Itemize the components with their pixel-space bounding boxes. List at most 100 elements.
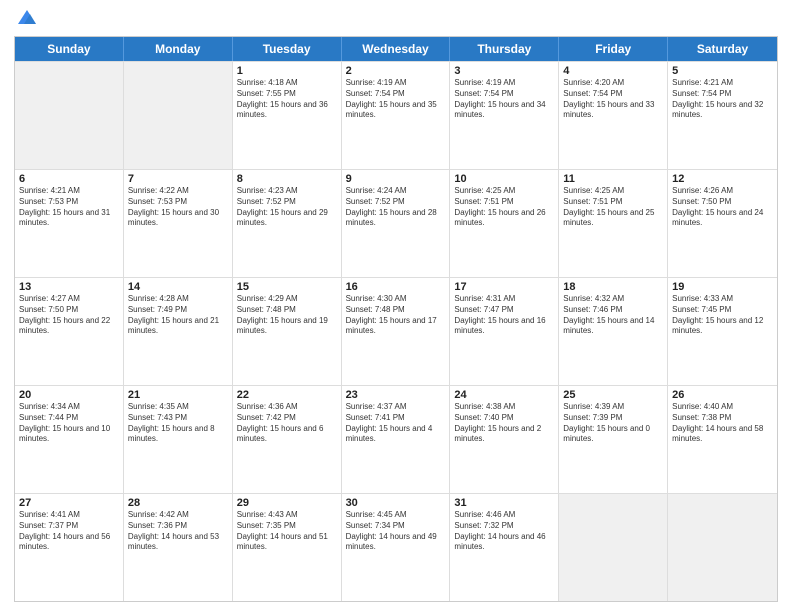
day-number: 12 <box>672 173 773 185</box>
day-number: 8 <box>237 173 337 185</box>
cell-info: Sunrise: 4:19 AMSunset: 7:54 PMDaylight:… <box>454 78 554 121</box>
calendar-cell: 15Sunrise: 4:29 AMSunset: 7:48 PMDayligh… <box>233 278 342 385</box>
calendar-cell <box>124 62 233 169</box>
calendar-cell: 18Sunrise: 4:32 AMSunset: 7:46 PMDayligh… <box>559 278 668 385</box>
day-number: 21 <box>128 389 228 401</box>
calendar-cell: 1Sunrise: 4:18 AMSunset: 7:55 PMDaylight… <box>233 62 342 169</box>
day-number: 31 <box>454 497 554 509</box>
cell-info: Sunrise: 4:36 AMSunset: 7:42 PMDaylight:… <box>237 402 337 445</box>
calendar-cell: 26Sunrise: 4:40 AMSunset: 7:38 PMDayligh… <box>668 386 777 493</box>
day-number: 1 <box>237 65 337 77</box>
day-number: 5 <box>672 65 773 77</box>
calendar-week-4: 20Sunrise: 4:34 AMSunset: 7:44 PMDayligh… <box>15 385 777 493</box>
cell-info: Sunrise: 4:45 AMSunset: 7:34 PMDaylight:… <box>346 510 446 553</box>
day-number: 28 <box>128 497 228 509</box>
header-day-tuesday: Tuesday <box>233 37 342 61</box>
cell-info: Sunrise: 4:26 AMSunset: 7:50 PMDaylight:… <box>672 186 773 229</box>
calendar-week-5: 27Sunrise: 4:41 AMSunset: 7:37 PMDayligh… <box>15 493 777 601</box>
cell-info: Sunrise: 4:30 AMSunset: 7:48 PMDaylight:… <box>346 294 446 337</box>
header-day-thursday: Thursday <box>450 37 559 61</box>
cell-info: Sunrise: 4:22 AMSunset: 7:53 PMDaylight:… <box>128 186 228 229</box>
header-day-wednesday: Wednesday <box>342 37 451 61</box>
calendar-cell: 25Sunrise: 4:39 AMSunset: 7:39 PMDayligh… <box>559 386 668 493</box>
calendar-cell <box>668 494 777 601</box>
day-number: 23 <box>346 389 446 401</box>
calendar-cell: 24Sunrise: 4:38 AMSunset: 7:40 PMDayligh… <box>450 386 559 493</box>
day-number: 6 <box>19 173 119 185</box>
calendar-cell: 7Sunrise: 4:22 AMSunset: 7:53 PMDaylight… <box>124 170 233 277</box>
cell-info: Sunrise: 4:28 AMSunset: 7:49 PMDaylight:… <box>128 294 228 337</box>
calendar-cell: 17Sunrise: 4:31 AMSunset: 7:47 PMDayligh… <box>450 278 559 385</box>
header-day-friday: Friday <box>559 37 668 61</box>
day-number: 27 <box>19 497 119 509</box>
cell-info: Sunrise: 4:21 AMSunset: 7:53 PMDaylight:… <box>19 186 119 229</box>
calendar-cell: 27Sunrise: 4:41 AMSunset: 7:37 PMDayligh… <box>15 494 124 601</box>
day-number: 14 <box>128 281 228 293</box>
cell-info: Sunrise: 4:18 AMSunset: 7:55 PMDaylight:… <box>237 78 337 121</box>
cell-info: Sunrise: 4:46 AMSunset: 7:32 PMDaylight:… <box>454 510 554 553</box>
calendar: SundayMondayTuesdayWednesdayThursdayFrid… <box>14 36 778 602</box>
calendar-cell: 28Sunrise: 4:42 AMSunset: 7:36 PMDayligh… <box>124 494 233 601</box>
cell-info: Sunrise: 4:39 AMSunset: 7:39 PMDaylight:… <box>563 402 663 445</box>
calendar-cell: 30Sunrise: 4:45 AMSunset: 7:34 PMDayligh… <box>342 494 451 601</box>
calendar-header: SundayMondayTuesdayWednesdayThursdayFrid… <box>15 37 777 61</box>
calendar-cell: 5Sunrise: 4:21 AMSunset: 7:54 PMDaylight… <box>668 62 777 169</box>
day-number: 16 <box>346 281 446 293</box>
cell-info: Sunrise: 4:42 AMSunset: 7:36 PMDaylight:… <box>128 510 228 553</box>
day-number: 19 <box>672 281 773 293</box>
cell-info: Sunrise: 4:25 AMSunset: 7:51 PMDaylight:… <box>454 186 554 229</box>
calendar-cell: 31Sunrise: 4:46 AMSunset: 7:32 PMDayligh… <box>450 494 559 601</box>
day-number: 2 <box>346 65 446 77</box>
calendar-week-2: 6Sunrise: 4:21 AMSunset: 7:53 PMDaylight… <box>15 169 777 277</box>
calendar-cell: 23Sunrise: 4:37 AMSunset: 7:41 PMDayligh… <box>342 386 451 493</box>
calendar-body: 1Sunrise: 4:18 AMSunset: 7:55 PMDaylight… <box>15 61 777 601</box>
cell-info: Sunrise: 4:21 AMSunset: 7:54 PMDaylight:… <box>672 78 773 121</box>
day-number: 11 <box>563 173 663 185</box>
cell-info: Sunrise: 4:27 AMSunset: 7:50 PMDaylight:… <box>19 294 119 337</box>
calendar-cell: 4Sunrise: 4:20 AMSunset: 7:54 PMDaylight… <box>559 62 668 169</box>
day-number: 24 <box>454 389 554 401</box>
calendar-cell: 14Sunrise: 4:28 AMSunset: 7:49 PMDayligh… <box>124 278 233 385</box>
calendar-cell: 19Sunrise: 4:33 AMSunset: 7:45 PMDayligh… <box>668 278 777 385</box>
page: SundayMondayTuesdayWednesdayThursdayFrid… <box>0 0 792 612</box>
header-day-saturday: Saturday <box>668 37 777 61</box>
calendar-cell: 20Sunrise: 4:34 AMSunset: 7:44 PMDayligh… <box>15 386 124 493</box>
calendar-week-3: 13Sunrise: 4:27 AMSunset: 7:50 PMDayligh… <box>15 277 777 385</box>
day-number: 18 <box>563 281 663 293</box>
cell-info: Sunrise: 4:19 AMSunset: 7:54 PMDaylight:… <box>346 78 446 121</box>
cell-info: Sunrise: 4:32 AMSunset: 7:46 PMDaylight:… <box>563 294 663 337</box>
calendar-cell <box>559 494 668 601</box>
day-number: 22 <box>237 389 337 401</box>
day-number: 26 <box>672 389 773 401</box>
cell-info: Sunrise: 4:24 AMSunset: 7:52 PMDaylight:… <box>346 186 446 229</box>
day-number: 25 <box>563 389 663 401</box>
day-number: 7 <box>128 173 228 185</box>
logo-icon <box>16 6 38 28</box>
cell-info: Sunrise: 4:33 AMSunset: 7:45 PMDaylight:… <box>672 294 773 337</box>
calendar-cell: 16Sunrise: 4:30 AMSunset: 7:48 PMDayligh… <box>342 278 451 385</box>
day-number: 30 <box>346 497 446 509</box>
calendar-cell: 12Sunrise: 4:26 AMSunset: 7:50 PMDayligh… <box>668 170 777 277</box>
header <box>14 10 778 28</box>
calendar-cell: 6Sunrise: 4:21 AMSunset: 7:53 PMDaylight… <box>15 170 124 277</box>
cell-info: Sunrise: 4:23 AMSunset: 7:52 PMDaylight:… <box>237 186 337 229</box>
logo <box>14 10 38 28</box>
calendar-cell: 3Sunrise: 4:19 AMSunset: 7:54 PMDaylight… <box>450 62 559 169</box>
cell-info: Sunrise: 4:35 AMSunset: 7:43 PMDaylight:… <box>128 402 228 445</box>
cell-info: Sunrise: 4:25 AMSunset: 7:51 PMDaylight:… <box>563 186 663 229</box>
day-number: 3 <box>454 65 554 77</box>
calendar-cell: 9Sunrise: 4:24 AMSunset: 7:52 PMDaylight… <box>342 170 451 277</box>
calendar-cell: 29Sunrise: 4:43 AMSunset: 7:35 PMDayligh… <box>233 494 342 601</box>
cell-info: Sunrise: 4:20 AMSunset: 7:54 PMDaylight:… <box>563 78 663 121</box>
cell-info: Sunrise: 4:41 AMSunset: 7:37 PMDaylight:… <box>19 510 119 553</box>
calendar-cell <box>15 62 124 169</box>
day-number: 17 <box>454 281 554 293</box>
cell-info: Sunrise: 4:34 AMSunset: 7:44 PMDaylight:… <box>19 402 119 445</box>
cell-info: Sunrise: 4:31 AMSunset: 7:47 PMDaylight:… <box>454 294 554 337</box>
calendar-cell: 8Sunrise: 4:23 AMSunset: 7:52 PMDaylight… <box>233 170 342 277</box>
cell-info: Sunrise: 4:29 AMSunset: 7:48 PMDaylight:… <box>237 294 337 337</box>
header-day-sunday: Sunday <box>15 37 124 61</box>
day-number: 20 <box>19 389 119 401</box>
calendar-cell: 22Sunrise: 4:36 AMSunset: 7:42 PMDayligh… <box>233 386 342 493</box>
day-number: 9 <box>346 173 446 185</box>
